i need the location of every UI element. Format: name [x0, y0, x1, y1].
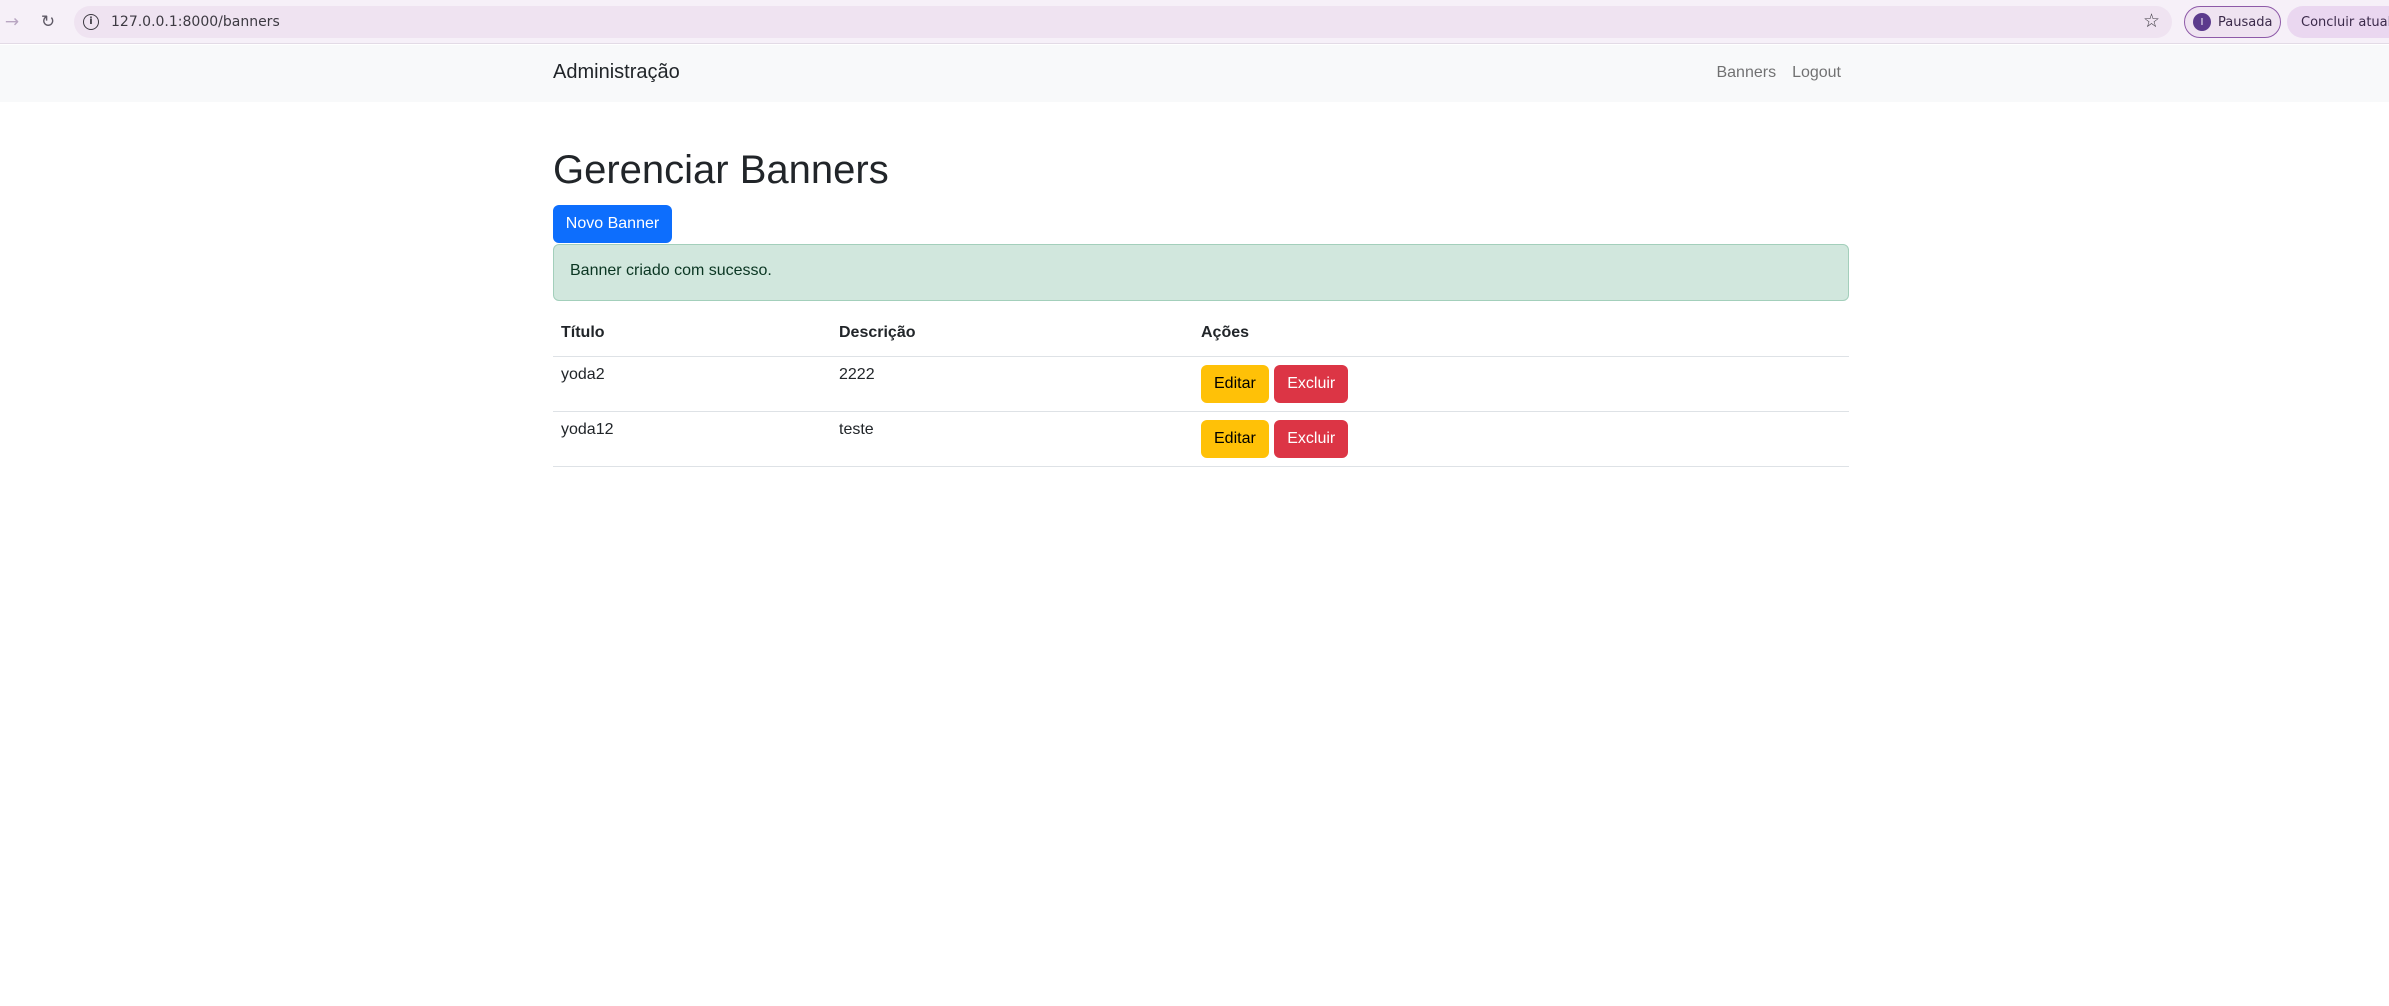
header-descricao: Descrição: [831, 315, 1193, 357]
update-button[interactable]: Concluir atualização: [2287, 6, 2389, 38]
cell-actions: Editar Excluir: [1193, 411, 1849, 467]
cell-descricao: 2222: [831, 356, 1193, 412]
profile-button[interactable]: I Pausada: [2184, 6, 2281, 38]
page-title: Gerenciar Banners: [553, 148, 889, 192]
reload-icon[interactable]: ↻: [36, 10, 60, 34]
table-header-row: Título Descrição Ações: [553, 315, 1849, 357]
cell-actions: Editar Excluir: [1193, 356, 1849, 412]
header-acoes: Ações: [1193, 315, 1849, 357]
nav-link-banners[interactable]: Banners: [1716, 64, 1776, 82]
table-row: yoda2 2222 Editar Excluir: [553, 356, 1849, 412]
forward-arrow-icon[interactable]: →: [0, 10, 24, 34]
address-bar[interactable]: i 127.0.0.1:8000/banners ☆: [74, 6, 2172, 38]
success-alert: Banner criado com sucesso.: [553, 244, 1849, 301]
nav-links: Banners Logout: [1716, 64, 1841, 82]
site-info-icon[interactable]: i: [83, 14, 99, 30]
cell-descricao: teste: [831, 411, 1193, 467]
nav-link-logout[interactable]: Logout: [1792, 64, 1841, 82]
table-row: yoda12 teste Editar Excluir: [553, 411, 1849, 467]
delete-button[interactable]: Excluir: [1274, 364, 1349, 403]
edit-button[interactable]: Editar: [1201, 419, 1269, 458]
browser-toolbar: → ↻ i 127.0.0.1:8000/banners ☆ I Pausada…: [0, 0, 2389, 44]
url-text[interactable]: 127.0.0.1:8000/banners: [111, 14, 280, 30]
cell-titulo: yoda2: [553, 356, 831, 412]
bookmark-star-icon[interactable]: ☆: [2143, 10, 2160, 32]
banners-table: Título Descrição Ações yoda2 2222 Editar…: [553, 315, 1849, 467]
app-navbar: Administração Banners Logout: [0, 45, 2389, 102]
new-banner-button[interactable]: Novo Banner: [553, 205, 672, 243]
avatar: I: [2193, 13, 2211, 31]
edit-button[interactable]: Editar: [1201, 364, 1269, 403]
brand-link[interactable]: Administração: [553, 61, 680, 84]
profile-status-label: Pausada: [2218, 14, 2273, 30]
cell-titulo: yoda12: [553, 411, 831, 467]
header-titulo: Título: [553, 315, 831, 357]
delete-button[interactable]: Excluir: [1274, 419, 1349, 458]
